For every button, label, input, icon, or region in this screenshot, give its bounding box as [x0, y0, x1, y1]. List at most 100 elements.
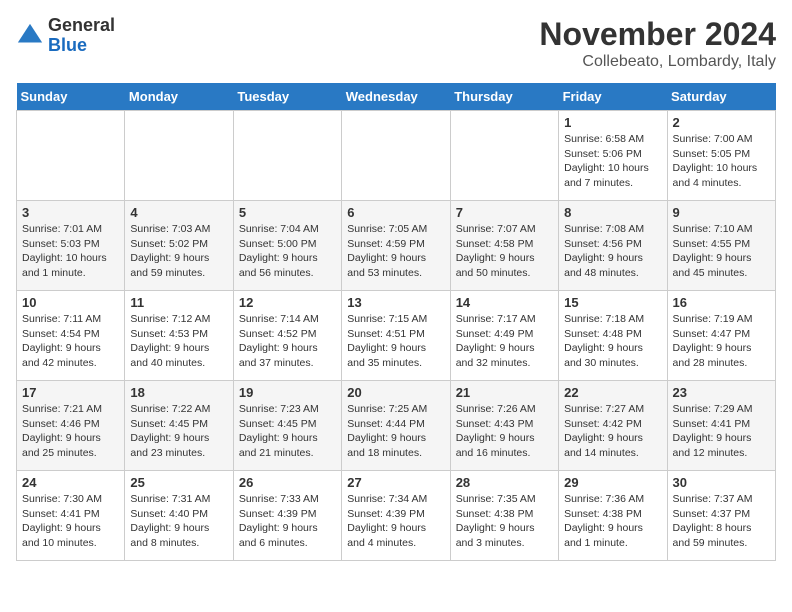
calendar-cell: 9Sunrise: 7:10 AM Sunset: 4:55 PM Daylig…	[667, 201, 775, 291]
calendar-cell	[233, 111, 341, 201]
day-number: 1	[564, 115, 661, 130]
calendar-cell	[17, 111, 125, 201]
day-number: 7	[456, 205, 553, 220]
day-number: 27	[347, 475, 444, 490]
calendar-cell	[342, 111, 450, 201]
day-info: Sunrise: 7:21 AM Sunset: 4:46 PM Dayligh…	[22, 402, 119, 461]
day-info: Sunrise: 7:18 AM Sunset: 4:48 PM Dayligh…	[564, 312, 661, 371]
day-info: Sunrise: 7:05 AM Sunset: 4:59 PM Dayligh…	[347, 222, 444, 281]
weekday-header-row: SundayMondayTuesdayWednesdayThursdayFrid…	[17, 83, 776, 111]
calendar-header: SundayMondayTuesdayWednesdayThursdayFrid…	[17, 83, 776, 111]
calendar-cell: 17 Sunrise: 7:21 AM Sunset: 4:46 PM Dayli…	[17, 381, 125, 471]
calendar-cell: 13 Sunrise: 7:15 AM Sunset: 4:51 PM Dayli…	[342, 291, 450, 381]
calendar-cell: 26 Sunrise: 7:33 AM Sunset: 4:39 PM Dayli…	[233, 471, 341, 561]
calendar-cell: 3Sunrise: 7:01 AM Sunset: 5:03 PM Daylig…	[17, 201, 125, 291]
weekday-header: Sunday	[17, 83, 125, 111]
calendar-cell: 1 Sunrise: 6:58 AM Sunset: 5:06 PM Daylig…	[559, 111, 667, 201]
day-info: Sunrise: 7:08 AM Sunset: 4:56 PM Dayligh…	[564, 222, 661, 281]
calendar-cell: 28 Sunrise: 7:35 AM Sunset: 4:38 PM Dayli…	[450, 471, 558, 561]
calendar-cell: 22 Sunrise: 7:27 AM Sunset: 4:42 PM Dayli…	[559, 381, 667, 471]
logo-text: General Blue	[48, 16, 115, 56]
page-header: General Blue November 2024 Collebeato, L…	[16, 16, 776, 71]
calendar-cell: 8 Sunrise: 7:08 AM Sunset: 4:56 PM Daylig…	[559, 201, 667, 291]
calendar-cell: 30 Sunrise: 7:37 AM Sunset: 4:37 PM Dayli…	[667, 471, 775, 561]
day-info: Sunrise: 7:23 AM Sunset: 4:45 PM Dayligh…	[239, 402, 336, 461]
day-number: 19	[239, 385, 336, 400]
day-number: 26	[239, 475, 336, 490]
day-info: Sunrise: 7:25 AM Sunset: 4:44 PM Dayligh…	[347, 402, 444, 461]
day-number: 23	[673, 385, 770, 400]
day-info: Sunrise: 7:14 AM Sunset: 4:52 PM Dayligh…	[239, 312, 336, 371]
day-number: 3	[22, 205, 119, 220]
day-number: 5	[239, 205, 336, 220]
day-info: Sunrise: 7:29 AM Sunset: 4:41 PM Dayligh…	[673, 402, 770, 461]
weekday-header: Thursday	[450, 83, 558, 111]
calendar-cell: 4Sunrise: 7:03 AM Sunset: 5:02 PM Daylig…	[125, 201, 233, 291]
day-info: Sunrise: 7:07 AM Sunset: 4:58 PM Dayligh…	[456, 222, 553, 281]
day-number: 17	[22, 385, 119, 400]
day-info: Sunrise: 7:04 AM Sunset: 5:00 PM Dayligh…	[239, 222, 336, 281]
calendar-cell: 24 Sunrise: 7:30 AM Sunset: 4:41 PM Dayli…	[17, 471, 125, 561]
weekday-header: Monday	[125, 83, 233, 111]
calendar-week-row: 3Sunrise: 7:01 AM Sunset: 5:03 PM Daylig…	[17, 201, 776, 291]
logo-blue: Blue	[48, 36, 115, 56]
calendar-cell: 5 Sunrise: 7:04 AM Sunset: 5:00 PM Daylig…	[233, 201, 341, 291]
calendar-cell: 6Sunrise: 7:05 AM Sunset: 4:59 PM Daylig…	[342, 201, 450, 291]
day-info: Sunrise: 7:27 AM Sunset: 4:42 PM Dayligh…	[564, 402, 661, 461]
calendar-cell: 14Sunrise: 7:17 AM Sunset: 4:49 PM Dayli…	[450, 291, 558, 381]
weekday-header: Tuesday	[233, 83, 341, 111]
calendar-week-row: 17 Sunrise: 7:21 AM Sunset: 4:46 PM Dayli…	[17, 381, 776, 471]
calendar-body: 1 Sunrise: 6:58 AM Sunset: 5:06 PM Daylig…	[17, 111, 776, 561]
day-number: 29	[564, 475, 661, 490]
day-number: 2	[673, 115, 770, 130]
day-number: 11	[130, 295, 227, 310]
weekday-header: Saturday	[667, 83, 775, 111]
day-info: Sunrise: 7:26 AM Sunset: 4:43 PM Dayligh…	[456, 402, 553, 461]
day-info: Sunrise: 7:03 AM Sunset: 5:02 PM Dayligh…	[130, 222, 227, 281]
day-number: 20	[347, 385, 444, 400]
day-info: Sunrise: 7:12 AM Sunset: 4:53 PM Dayligh…	[130, 312, 227, 371]
day-number: 8	[564, 205, 661, 220]
day-info: Sunrise: 7:19 AM Sunset: 4:47 PM Dayligh…	[673, 312, 770, 371]
day-number: 10	[22, 295, 119, 310]
day-number: 15	[564, 295, 661, 310]
calendar-cell: 10 Sunrise: 7:11 AM Sunset: 4:54 PM Dayli…	[17, 291, 125, 381]
calendar-table: SundayMondayTuesdayWednesdayThursdayFrid…	[16, 83, 776, 561]
month-title: November 2024	[539, 16, 776, 53]
calendar-week-row: 1 Sunrise: 6:58 AM Sunset: 5:06 PM Daylig…	[17, 111, 776, 201]
day-info: Sunrise: 6:58 AM Sunset: 5:06 PM Dayligh…	[564, 132, 661, 191]
calendar-cell: 27 Sunrise: 7:34 AM Sunset: 4:39 PM Dayli…	[342, 471, 450, 561]
calendar-cell: 23 Sunrise: 7:29 AM Sunset: 4:41 PM Dayli…	[667, 381, 775, 471]
calendar-cell: 18Sunrise: 7:22 AM Sunset: 4:45 PM Dayli…	[125, 381, 233, 471]
day-number: 13	[347, 295, 444, 310]
calendar-cell: 7 Sunrise: 7:07 AM Sunset: 4:58 PM Daylig…	[450, 201, 558, 291]
day-info: Sunrise: 7:00 AM Sunset: 5:05 PM Dayligh…	[673, 132, 770, 191]
calendar-week-row: 24 Sunrise: 7:30 AM Sunset: 4:41 PM Dayli…	[17, 471, 776, 561]
calendar-cell: 16Sunrise: 7:19 AM Sunset: 4:47 PM Dayli…	[667, 291, 775, 381]
day-number: 28	[456, 475, 553, 490]
weekday-header: Friday	[559, 83, 667, 111]
location: Collebeato, Lombardy, Italy	[539, 53, 776, 71]
day-info: Sunrise: 7:15 AM Sunset: 4:51 PM Dayligh…	[347, 312, 444, 371]
day-info: Sunrise: 7:37 AM Sunset: 4:37 PM Dayligh…	[673, 492, 770, 551]
logo: General Blue	[16, 16, 115, 56]
day-info: Sunrise: 7:33 AM Sunset: 4:39 PM Dayligh…	[239, 492, 336, 551]
day-number: 24	[22, 475, 119, 490]
day-info: Sunrise: 7:31 AM Sunset: 4:40 PM Dayligh…	[130, 492, 227, 551]
logo-general: General	[48, 16, 115, 36]
day-info: Sunrise: 7:11 AM Sunset: 4:54 PM Dayligh…	[22, 312, 119, 371]
calendar-cell	[450, 111, 558, 201]
weekday-header: Wednesday	[342, 83, 450, 111]
day-number: 22	[564, 385, 661, 400]
day-number: 9	[673, 205, 770, 220]
day-number: 12	[239, 295, 336, 310]
calendar-cell	[125, 111, 233, 201]
calendar-cell: 11 Sunrise: 7:12 AM Sunset: 4:53 PM Dayli…	[125, 291, 233, 381]
calendar-cell: 29Sunrise: 7:36 AM Sunset: 4:38 PM Dayli…	[559, 471, 667, 561]
day-number: 30	[673, 475, 770, 490]
calendar-cell: 20 Sunrise: 7:25 AM Sunset: 4:44 PM Dayli…	[342, 381, 450, 471]
day-info: Sunrise: 7:35 AM Sunset: 4:38 PM Dayligh…	[456, 492, 553, 551]
day-info: Sunrise: 7:22 AM Sunset: 4:45 PM Dayligh…	[130, 402, 227, 461]
day-info: Sunrise: 7:34 AM Sunset: 4:39 PM Dayligh…	[347, 492, 444, 551]
day-info: Sunrise: 7:30 AM Sunset: 4:41 PM Dayligh…	[22, 492, 119, 551]
